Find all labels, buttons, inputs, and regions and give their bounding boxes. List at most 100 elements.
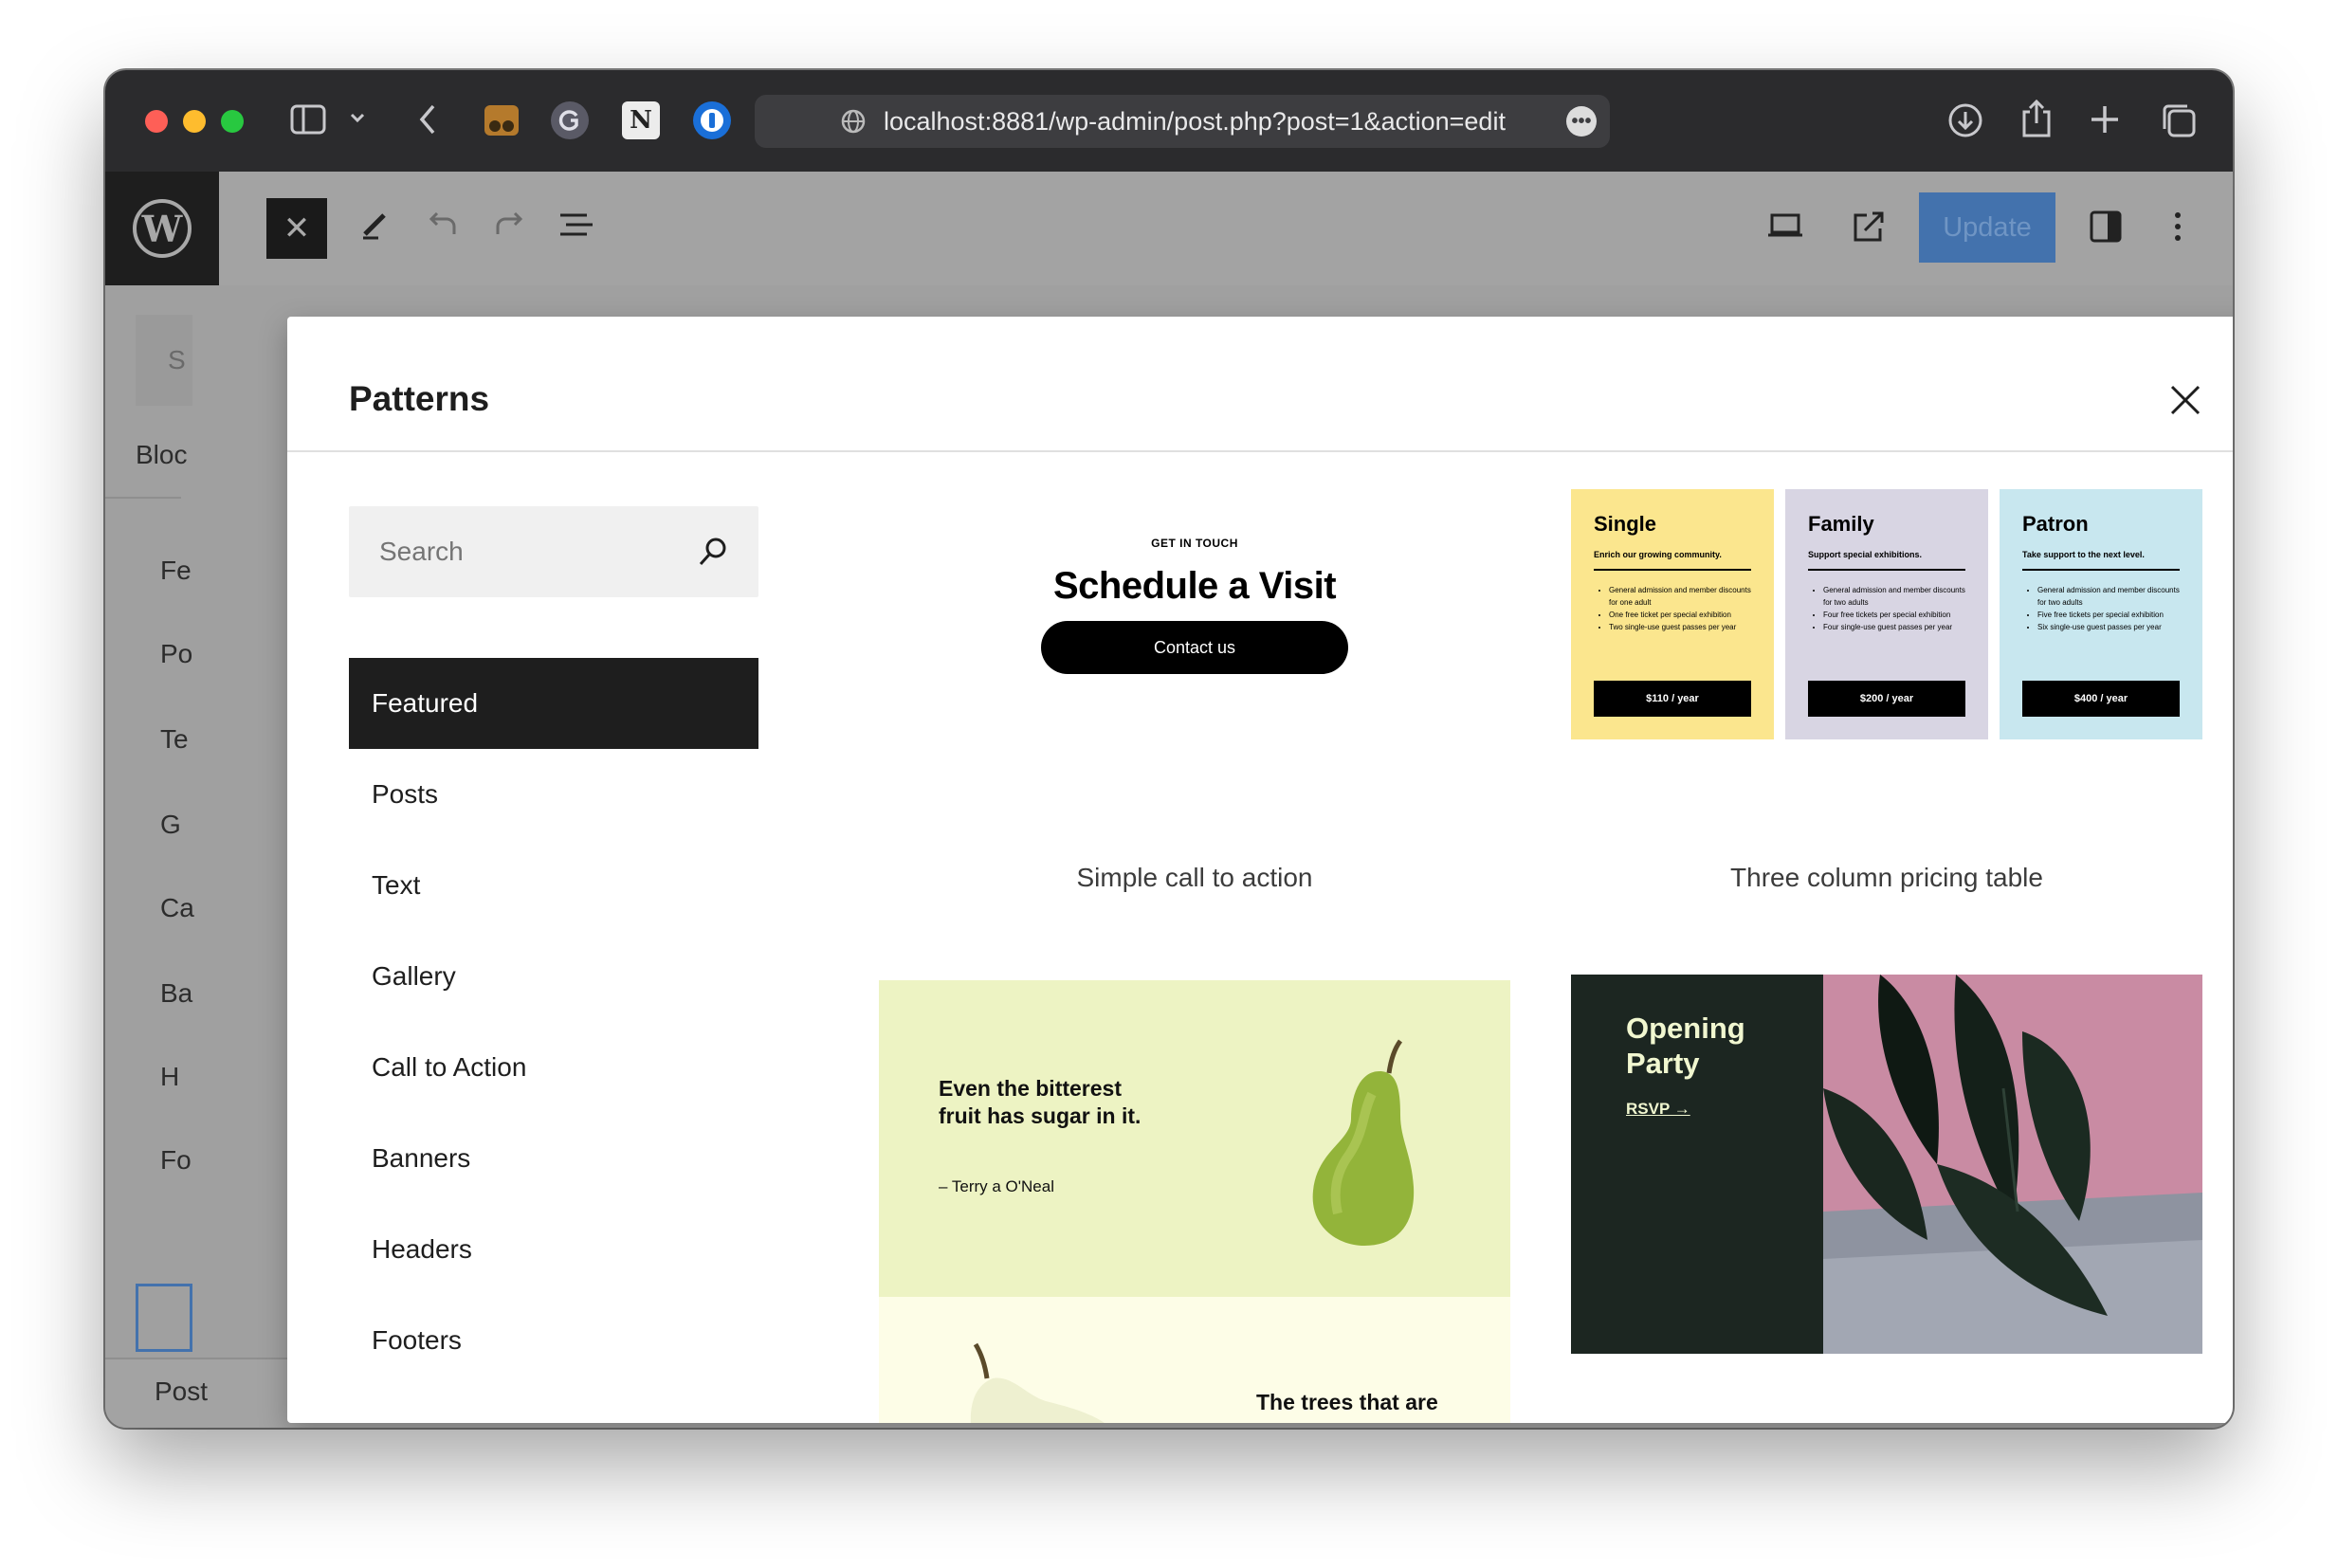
url-text: localhost:8881/wp-admin/post.php?post=1&… bbox=[884, 106, 1506, 136]
plant-image bbox=[1823, 975, 2202, 1354]
party-rsvp-link: RSVP → bbox=[1626, 1100, 1690, 1118]
sidebar-fragment: Bloc bbox=[136, 440, 188, 469]
category-label: Posts bbox=[372, 779, 439, 809]
sidebar-fragment: G bbox=[160, 810, 181, 839]
cta-headline: Schedule a Visit bbox=[1052, 565, 1337, 607]
category-text[interactable]: Text bbox=[349, 840, 758, 931]
pattern-search bbox=[349, 506, 758, 597]
category-featured[interactable]: Featured bbox=[349, 658, 758, 749]
category-gallery[interactable]: Gallery bbox=[349, 931, 758, 1022]
category-label: Footers bbox=[372, 1325, 462, 1355]
party-title: Opening Party bbox=[1626, 1012, 1745, 1080]
grammarly-icon[interactable] bbox=[551, 101, 589, 139]
more-icon[interactable]: ••• bbox=[1566, 106, 1597, 137]
minimize-window-button[interactable] bbox=[183, 110, 206, 133]
close-inserter-icon[interactable]: ✕ bbox=[266, 198, 327, 259]
editor-toolbar: W ✕ Update bbox=[105, 172, 2233, 285]
extension-icon[interactable] bbox=[483, 101, 521, 139]
pricing-subtitle: Take support to the next level. bbox=[2022, 550, 2180, 571]
party-panel: Opening Party RSVP → bbox=[1571, 975, 1823, 1354]
share-icon[interactable] bbox=[2020, 99, 2053, 138]
document-overview-icon[interactable] bbox=[558, 210, 594, 248]
quote-text: Even the bitterest fruit has sugar in it… bbox=[939, 1076, 1142, 1128]
address-bar[interactable]: localhost:8881/wp-admin/post.php?post=1&… bbox=[755, 95, 1610, 148]
category-headers[interactable]: Headers bbox=[349, 1204, 758, 1295]
redo-icon[interactable] bbox=[492, 210, 526, 248]
category-label: Banners bbox=[372, 1143, 471, 1173]
pricing-title: Patron bbox=[2022, 512, 2089, 536]
pricing-subtitle: Enrich our growing community. bbox=[1594, 550, 1751, 571]
category-posts[interactable]: Posts bbox=[349, 749, 758, 840]
search-input[interactable] bbox=[379, 537, 683, 567]
pricing-price: $110 / year bbox=[1594, 681, 1751, 717]
edit-tool-icon[interactable] bbox=[359, 210, 390, 248]
browser-window: N localhost:8881/wp-admin/post.php?post=… bbox=[105, 70, 2233, 1428]
pattern-label[interactable]: Three column pricing table bbox=[1571, 863, 2202, 893]
category-label: Call to Action bbox=[372, 1052, 527, 1082]
sidebar-fragment: Po bbox=[160, 639, 193, 668]
pattern-preview-opening-party[interactable]: Opening Party RSVP → bbox=[1571, 975, 2202, 1354]
pattern-preview-pricing-table[interactable]: Single Enrich our growing community. Gen… bbox=[1571, 489, 2202, 739]
undo-icon[interactable] bbox=[426, 210, 460, 248]
category-footers[interactable]: Footers bbox=[349, 1295, 758, 1386]
pricing-feature: General admission and member discounts f… bbox=[1823, 584, 1965, 609]
category-banners[interactable]: Banners bbox=[349, 1113, 758, 1204]
wordpress-logo-icon[interactable]: W bbox=[105, 172, 219, 285]
pricing-title: Single bbox=[1594, 512, 1657, 536]
pricing-column: Family Support special exhibitions. Gene… bbox=[1785, 489, 1988, 739]
back-icon[interactable] bbox=[416, 102, 439, 137]
sidebar-fragment: Te bbox=[160, 724, 189, 754]
category-label: Text bbox=[372, 870, 421, 900]
modal-header: Patterns bbox=[287, 317, 2233, 452]
svg-text:W: W bbox=[141, 208, 184, 250]
pricing-features: General admission and member discounts f… bbox=[2022, 584, 2180, 633]
sidebar-toggle-icon[interactable] bbox=[290, 104, 326, 135]
options-menu-icon[interactable] bbox=[2172, 210, 2183, 252]
pricing-column: Patron Take support to the next level. G… bbox=[2000, 489, 2202, 739]
pricing-feature: Six single-use guest passes per year bbox=[2037, 621, 2180, 633]
globe-icon bbox=[840, 108, 867, 141]
pricing-feature: General admission and member discounts f… bbox=[2037, 584, 2180, 609]
search-icon[interactable] bbox=[696, 535, 730, 574]
close-window-button[interactable] bbox=[145, 110, 168, 133]
notion-icon[interactable]: N bbox=[622, 101, 660, 139]
modal-title: Patterns bbox=[349, 379, 490, 418]
pricing-feature: Four free tickets per special exhibition bbox=[1823, 609, 1965, 621]
breadcrumb-post[interactable]: Post bbox=[155, 1377, 208, 1407]
pear-image bbox=[1312, 1039, 1415, 1246]
cta-button: Contact us bbox=[1041, 621, 1348, 674]
pricing-feature: Five free tickets per special exhibition bbox=[2037, 609, 2180, 621]
sidebar-button-stub[interactable] bbox=[136, 1284, 192, 1352]
new-tab-icon[interactable] bbox=[2090, 104, 2120, 135]
pricing-feature: Four single-use guest passes per year bbox=[1823, 621, 1965, 633]
pricing-subtitle: Support special exhibitions. bbox=[1808, 550, 1965, 571]
sidebar-fragment: Ba bbox=[160, 978, 193, 1008]
pattern-preview-quote[interactable]: Even the bitterest fruit has sugar in it… bbox=[879, 980, 1510, 1423]
sidebar-fragment: H bbox=[160, 1062, 180, 1091]
pattern-preview-call-to-action[interactable]: GET IN TOUCH Schedule a Visit Contact us bbox=[879, 487, 1510, 753]
settings-panel-icon[interactable] bbox=[2089, 210, 2123, 252]
pear-image bbox=[970, 1342, 1105, 1423]
close-icon[interactable] bbox=[2166, 381, 2204, 419]
sidebar-fragment: Fe bbox=[160, 556, 192, 585]
patterns-modal: Patterns Featured Posts Text Gallery Cal… bbox=[287, 317, 2233, 1423]
password-manager-icon[interactable] bbox=[693, 101, 731, 139]
pricing-features: General admission and member discounts f… bbox=[1594, 584, 1751, 633]
view-post-icon[interactable] bbox=[1852, 210, 1886, 252]
pricing-feature: One free ticket per special exhibition bbox=[1609, 609, 1751, 621]
chevron-down-icon[interactable] bbox=[348, 108, 367, 127]
pattern-label[interactable]: Simple call to action bbox=[879, 863, 1510, 893]
pricing-features: General admission and member discounts f… bbox=[1808, 584, 1965, 633]
preview-device-icon[interactable] bbox=[1766, 210, 1804, 248]
tab-overview-icon[interactable] bbox=[2161, 102, 2197, 138]
sidebar-fragment: Fo bbox=[160, 1145, 192, 1175]
category-label: Headers bbox=[372, 1234, 472, 1264]
pricing-column: Single Enrich our growing community. Gen… bbox=[1571, 489, 1774, 739]
category-label: Featured bbox=[372, 688, 479, 718]
update-button[interactable]: Update bbox=[1919, 192, 2055, 263]
download-icon[interactable] bbox=[1947, 102, 1983, 138]
category-call-to-action[interactable]: Call to Action bbox=[349, 1022, 758, 1113]
sidebar-fragment: S bbox=[168, 345, 186, 374]
zoom-window-button[interactable] bbox=[221, 110, 244, 133]
quote-text-secondary: The trees that are bbox=[1256, 1390, 1438, 1414]
